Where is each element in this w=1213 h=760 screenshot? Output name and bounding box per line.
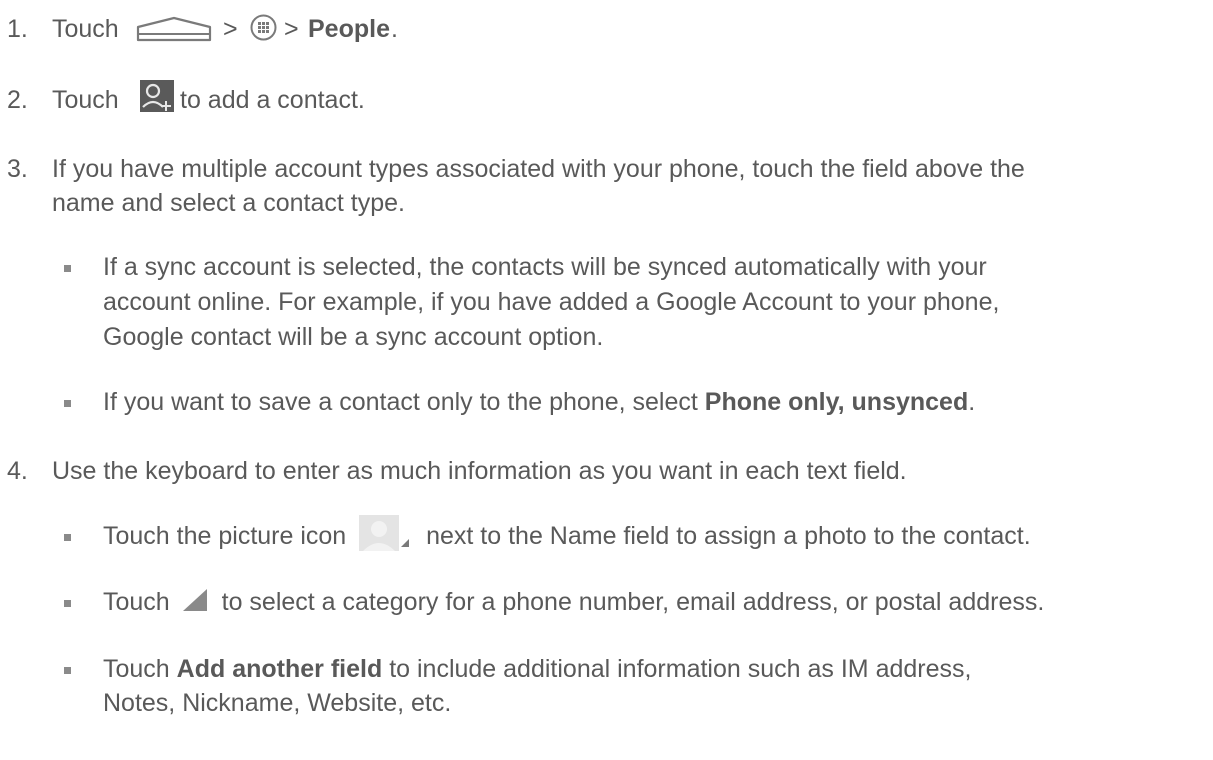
add-another-field-label: Add another field — [176, 655, 383, 683]
step-4-bullet-3: Touch Add another field to include addit… — [103, 654, 971, 684]
step-3-bullet-2: If you want to save a contact only to th… — [103, 387, 975, 417]
step-3-line-1: If you have multiple account types assoc… — [52, 155, 1025, 183]
step-3-bullet-1-line-2: account online. For example, if you have… — [103, 288, 1000, 316]
bullet-text-after: next to the Name field to assign a photo… — [426, 522, 1031, 550]
bullet-text: Touch — [103, 655, 170, 683]
step-2-text-after: to add a contact. — [180, 86, 365, 114]
step-4-bullet-1: Touch the picture icon next to the Name … — [103, 515, 1031, 552]
phone-only-label: Phone only, unsynced — [704, 388, 969, 416]
bullet-marker — [64, 534, 71, 541]
separator: > — [284, 15, 299, 43]
step-2-text: Touch — [52, 86, 119, 114]
step-number: 3. — [7, 155, 28, 183]
bullet-text-after: to include additional information such a… — [389, 655, 972, 683]
bullet-marker — [64, 265, 71, 272]
step-4-bullet-3-line-2: Notes, Nickname, Website, etc. — [103, 689, 452, 717]
bullet-text-after: to select a category for a phone number,… — [221, 588, 1045, 616]
apps-icon — [250, 14, 277, 41]
period: . — [968, 388, 976, 416]
step-1-text: Touch — [52, 15, 119, 43]
step-3-bullet-1-line-1: If a sync account is selected, the conta… — [103, 253, 987, 281]
step-number: 1. — [7, 15, 28, 43]
separator: > — [223, 15, 238, 43]
step-3-bullet-1-line-3: Google contact will be a sync account op… — [103, 323, 604, 351]
step-3-line-2: name and select a contact type. — [52, 189, 405, 217]
people-label: People — [308, 15, 390, 43]
bullet-marker — [64, 400, 71, 407]
step-4-line-1: Use the keyboard to enter as much inform… — [52, 457, 907, 485]
step-number: 2. — [7, 86, 28, 114]
home-icon — [136, 16, 212, 42]
bullet-marker — [64, 667, 71, 674]
add-contact-icon — [140, 80, 174, 112]
contact-picture-icon — [359, 515, 410, 552]
dropdown-triangle-icon — [182, 589, 207, 612]
period: . — [391, 15, 398, 43]
bullet-text: If you want to save a contact only to th… — [103, 388, 698, 416]
step-number: 4. — [7, 457, 28, 485]
bullet-text: Touch — [103, 588, 170, 616]
bullet-text: Touch the picture icon — [103, 522, 347, 550]
step-4-bullet-2: Touch to select a category for a phone n… — [103, 587, 1044, 617]
bullet-marker — [64, 600, 71, 607]
instructions-document: 1. Touch > > People . 2. Touch to add a … — [0, 0, 1213, 760]
